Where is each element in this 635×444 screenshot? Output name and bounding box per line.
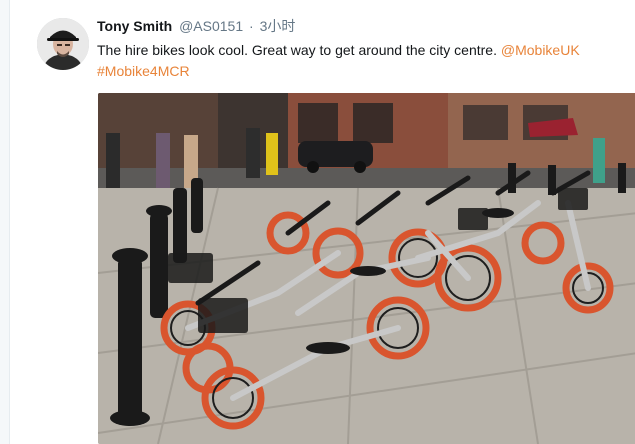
tweet-card[interactable]: Tony Smith @AS0151 · 3小时 The hire bikes … (9, 0, 635, 444)
tweet-header: Tony Smith @AS0151 · 3小时 (97, 17, 295, 35)
tweet-body: The hire bikes look cool. Great way to g… (97, 40, 635, 82)
hashtag-link[interactable]: #Mobike4MCR (97, 63, 190, 79)
tweet-photo[interactable] (98, 93, 635, 444)
meta-separator: · (249, 18, 254, 34)
tweet-text: The hire bikes look cool. Great way to g… (97, 42, 497, 58)
tweet-timestamp[interactable]: 3小时 (260, 18, 296, 34)
author-avatar[interactable] (37, 18, 89, 70)
author-handle[interactable]: @AS0151 (179, 18, 243, 34)
user-avatar-icon (37, 18, 89, 70)
bike-photo-image (98, 93, 635, 444)
mention-link[interactable]: @MobikeUK (501, 42, 580, 58)
author-name[interactable]: Tony Smith (97, 18, 172, 34)
